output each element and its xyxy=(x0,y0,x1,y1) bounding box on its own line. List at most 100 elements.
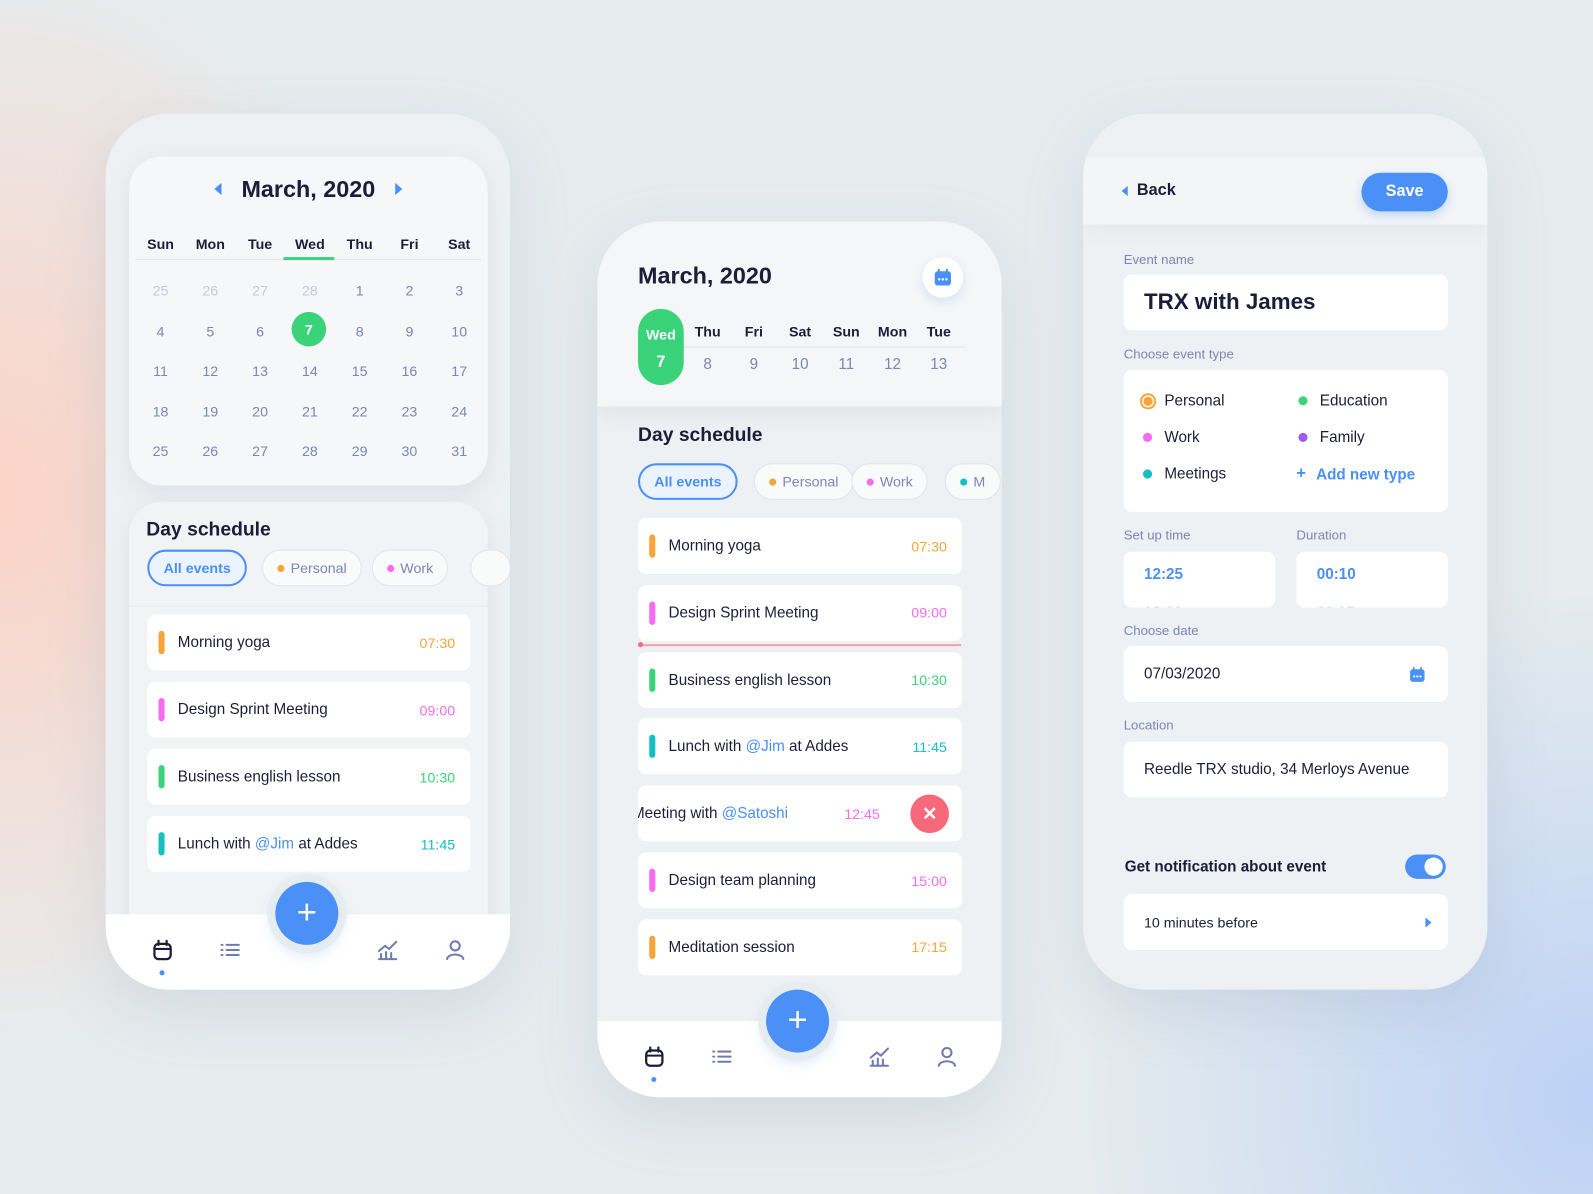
wheel-option[interactable]: 13:26 xyxy=(1144,605,1182,608)
calendar-day[interactable]: 6 xyxy=(240,323,281,339)
calendar-day[interactable]: 29 xyxy=(339,443,380,459)
calendar-tab[interactable] xyxy=(643,1045,665,1067)
strip-day[interactable]: 8 xyxy=(687,356,728,373)
add-event-button[interactable]: + xyxy=(766,989,830,1053)
event-row[interactable]: Morning yoga 07:30 xyxy=(638,518,963,575)
reminder-select[interactable]: 10 minutes before xyxy=(1123,894,1448,950)
strip-day[interactable]: 9 xyxy=(734,356,775,373)
calendar-day[interactable]: 2 xyxy=(389,282,430,298)
save-button[interactable]: Save xyxy=(1361,172,1448,212)
calendar-tab[interactable] xyxy=(151,939,173,961)
event-name-input[interactable]: TRX with James xyxy=(1123,274,1448,331)
filter-chip-all-events[interactable]: All events xyxy=(638,463,738,500)
filter-chip-m[interactable]: M xyxy=(944,463,1001,500)
event-type-personal[interactable]: Personal xyxy=(1139,392,1224,409)
calendar-day[interactable]: 26 xyxy=(190,443,231,459)
calendar-day[interactable]: 30 xyxy=(389,443,430,459)
selected-day-pill[interactable]: Wed 7 xyxy=(638,308,684,386)
notification-toggle[interactable] xyxy=(1405,854,1446,879)
calendar-day[interactable]: 9 xyxy=(389,323,430,339)
event-row[interactable]: Design Sprint Meeting 09:00 xyxy=(147,681,471,738)
event-row[interactable]: Meeting with @Satoshi 12:45 ✕ xyxy=(638,785,963,842)
calendar-day[interactable]: 5 xyxy=(190,323,231,339)
location-input[interactable]: Reedle TRX studio, 34 Merloys Avenue xyxy=(1123,741,1448,798)
add-event-button[interactable]: + xyxy=(275,881,339,945)
stats-chart-tab[interactable] xyxy=(376,939,398,961)
event-row[interactable]: Design Sprint Meeting 09:00 xyxy=(638,585,963,641)
strip-day[interactable]: 11 xyxy=(826,356,867,373)
filter-chip-all-events[interactable]: All events xyxy=(147,549,248,587)
event-time: 17:15 xyxy=(911,939,947,956)
event-row[interactable]: Lunch with @Jim at Addes 11:45 xyxy=(638,718,963,775)
event-row[interactable]: Business english lesson 10:30 xyxy=(638,651,963,708)
calendar-day[interactable]: 18 xyxy=(140,403,181,419)
calendar-day[interactable]: 31 xyxy=(439,443,480,459)
calendar-day[interactable]: 12 xyxy=(190,363,231,379)
event-time: 07:30 xyxy=(419,634,456,651)
event-type-family[interactable]: Family xyxy=(1296,429,1365,446)
calendar-day[interactable]: 22 xyxy=(339,403,380,419)
calendar-day[interactable]: 26 xyxy=(190,282,231,298)
time-picker[interactable]: 11:2412:2513:26 xyxy=(1123,551,1276,608)
calendar-day[interactable]: 25 xyxy=(140,443,181,459)
calendar-icon[interactable] xyxy=(1409,666,1425,682)
calendar-day[interactable]: 15 xyxy=(339,363,380,379)
calendar-day[interactable]: 21 xyxy=(290,403,331,419)
filter-chip-work[interactable]: Work xyxy=(371,549,449,587)
open-calendar-button[interactable] xyxy=(922,257,964,298)
strip-day[interactable]: 13 xyxy=(918,356,959,373)
profile-tab[interactable] xyxy=(936,1045,958,1067)
weekday-thu: Thu xyxy=(346,235,373,252)
calendar-day[interactable]: 24 xyxy=(439,403,480,419)
list-tab[interactable] xyxy=(218,939,240,961)
mention-link[interactable]: @Satoshi xyxy=(722,805,788,822)
filter-chip-personal[interactable]: Personal xyxy=(262,549,362,587)
calendar-day[interactable]: 28 xyxy=(290,282,331,298)
calendar-day[interactable]: 1 xyxy=(339,282,380,298)
add-new-type-button[interactable]: + Add new type xyxy=(1296,465,1415,483)
calendar-day[interactable]: 10 xyxy=(439,323,480,339)
calendar-day[interactable]: 13 xyxy=(240,363,281,379)
event-row[interactable]: Meditation session 17:15 xyxy=(638,919,963,976)
stats-chart-tab[interactable] xyxy=(868,1045,890,1067)
event-row[interactable]: Design team planning 15:00 xyxy=(638,852,963,909)
mention-link[interactable]: @Jim xyxy=(746,738,785,755)
calendar-day[interactable]: 17 xyxy=(439,363,480,379)
wheel-option[interactable]: 00:15 xyxy=(1317,605,1355,608)
event-type-meetings[interactable]: Meetings xyxy=(1141,465,1226,483)
event-row[interactable]: Business english lesson 10:30 xyxy=(147,748,471,805)
delete-event-button[interactable]: ✕ xyxy=(910,794,949,833)
calendar-day[interactable]: 20 xyxy=(240,403,281,419)
next-month-icon[interactable] xyxy=(395,182,403,196)
calendar-day[interactable]: 8 xyxy=(339,323,380,339)
strip-day[interactable]: 10 xyxy=(780,356,821,373)
event-row[interactable]: Lunch with @Jim at Addes 11:45 xyxy=(147,815,471,872)
month-title: March, 2020 xyxy=(638,262,772,289)
calendar-day[interactable]: 11 xyxy=(140,363,181,379)
weekday-mon: Mon xyxy=(195,235,225,252)
list-tab[interactable] xyxy=(710,1045,732,1067)
calendar-day[interactable]: 14 xyxy=(290,363,331,379)
profile-tab[interactable] xyxy=(444,939,466,961)
calendar-day[interactable]: 19 xyxy=(190,403,231,419)
back-button[interactable]: Back xyxy=(1121,182,1176,200)
calendar-day[interactable]: 16 xyxy=(389,363,430,379)
event-row[interactable]: Morning yoga 07:30 xyxy=(147,614,471,671)
calendar-day[interactable]: 23 xyxy=(389,403,430,419)
event-type-work[interactable]: Work xyxy=(1141,429,1200,446)
calendar-day[interactable]: 25 xyxy=(140,282,181,298)
filter-chip-more[interactable] xyxy=(470,549,511,587)
calendar-day[interactable]: 27 xyxy=(240,282,281,298)
filter-chip-personal[interactable]: Personal xyxy=(753,463,854,500)
strip-day[interactable]: 12 xyxy=(872,356,913,373)
mention-link[interactable]: @Jim xyxy=(255,835,294,852)
event-type-education[interactable]: Education xyxy=(1296,392,1388,409)
filter-chip-work[interactable]: Work xyxy=(851,463,929,500)
date-input[interactable]: 07/03/2020 xyxy=(1123,646,1448,703)
selected-day[interactable]: 7 xyxy=(291,311,327,347)
duration-picker[interactable]: 00:0500:1000:15 xyxy=(1296,551,1448,608)
calendar-day[interactable]: 27 xyxy=(240,443,281,459)
calendar-day[interactable]: 3 xyxy=(439,282,480,298)
calendar-day[interactable]: 28 xyxy=(290,443,331,459)
calendar-day[interactable]: 4 xyxy=(140,323,181,339)
